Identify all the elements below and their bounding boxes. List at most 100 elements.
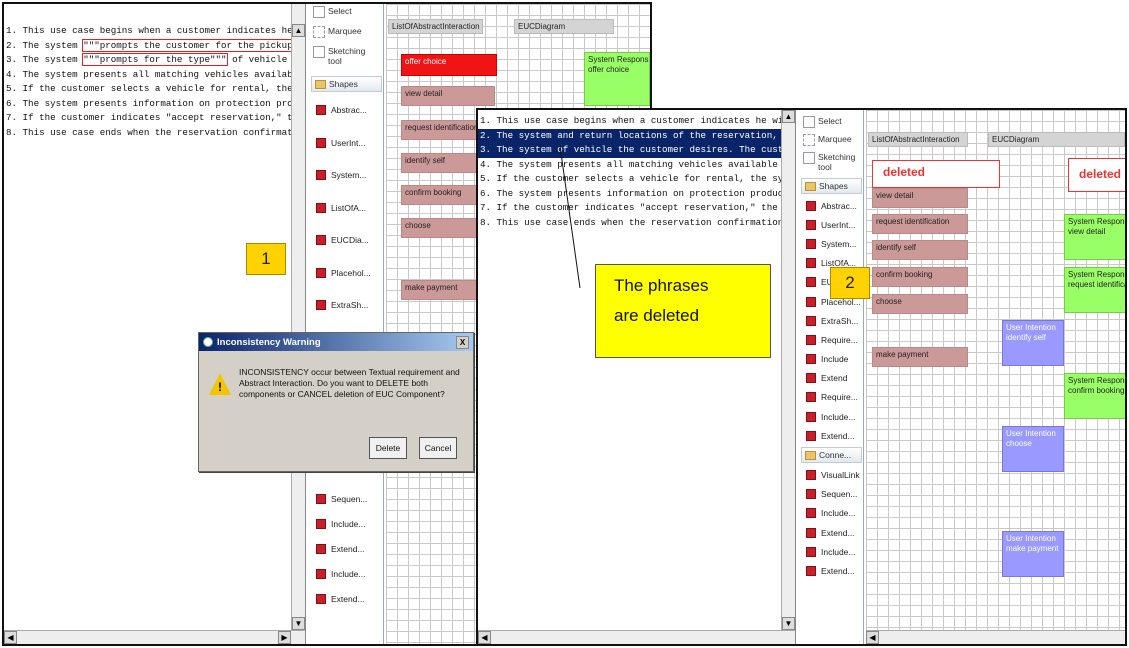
highlighted-phrase[interactable]: """prompts for the type""" — [82, 53, 228, 66]
palette-tool-sketching[interactable]: Sketching tool — [310, 40, 383, 68]
text-line[interactable]: 6. The system presents information on pr… — [478, 187, 795, 202]
vertical-scrollbar[interactable]: ▲ ▼ — [781, 110, 795, 630]
palette-item[interactable]: UserInt... — [800, 215, 863, 234]
palette-item[interactable]: Abstrac... — [800, 196, 863, 215]
interaction-box-view-detail[interactable]: view detail — [401, 86, 495, 106]
horizontal-scrollbar[interactable]: ◀ — [478, 630, 795, 644]
shape-icon — [806, 315, 816, 326]
interaction-box-confirm-booking[interactable]: confirm booking — [872, 267, 968, 287]
palette-item[interactable]: Require... — [800, 330, 863, 349]
text-line[interactable]: 7. If the customer indicates "accept res… — [478, 201, 795, 216]
requirement-text-pane-right[interactable]: 1. This use case begins when a customer … — [478, 110, 796, 644]
palette-item[interactable]: Extend... — [310, 586, 383, 611]
deleted-marker-system: deleted — [1068, 158, 1125, 192]
scroll-up-button[interactable]: ▲ — [782, 110, 795, 123]
interaction-box-choose[interactable]: choose — [872, 294, 968, 314]
palette-item[interactable]: ExtraSh... — [310, 289, 383, 322]
text-line[interactable]: 6. The system presents information on pr… — [4, 97, 305, 112]
user-intention-make-payment[interactable]: User Intention make payment — [1002, 531, 1064, 577]
selected-text-line[interactable]: 3. The system of vehicle the customer de… — [478, 143, 795, 158]
system-responsibility-request-identification[interactable]: System Responsib... request identificat.… — [1064, 267, 1125, 313]
palette-tool-sketching[interactable]: Sketching tool — [800, 148, 863, 174]
palette-item-label: Sequen... — [821, 489, 858, 500]
palette-item[interactable]: Extend... — [800, 523, 863, 542]
interaction-box-offer-choice[interactable]: offer choice — [401, 54, 497, 76]
scroll-left-button[interactable]: ◀ — [866, 631, 879, 644]
palette-item[interactable]: Include... — [800, 542, 863, 561]
text-line[interactable]: 4. The system presents all matching vehi… — [478, 158, 795, 173]
horizontal-scrollbar[interactable]: ◀ ▶ — [4, 630, 305, 644]
palette-item[interactable]: Placehol... — [310, 257, 383, 290]
palette-items: Abstrac...UserInt...System...ListOfA...E… — [800, 196, 863, 445]
text-line[interactable]: 3. The system """prompts for the type"""… — [4, 53, 305, 68]
system-responsibility-view-detail[interactable]: System Responsib... view detail — [1064, 214, 1125, 260]
user-intention-identify-self[interactable]: User Intention identify self — [1002, 320, 1064, 366]
palette-item[interactable]: EUCDia... — [310, 224, 383, 257]
palette-item-label: Require... — [821, 392, 858, 403]
close-button[interactable]: X — [456, 335, 469, 349]
palette-item[interactable]: ListOfA... — [310, 192, 383, 225]
palette-tool-marquee[interactable]: Marquee — [800, 130, 863, 148]
palette-item[interactable]: System... — [310, 159, 383, 192]
scroll-down-button[interactable]: ▼ — [292, 617, 305, 630]
palette-item-label: UserInt... — [821, 219, 856, 230]
scroll-down-button[interactable]: ▼ — [782, 617, 795, 630]
text-line[interactable]: 2. The system """prompts the customer fo… — [4, 38, 305, 54]
cancel-button[interactable]: Cancel — [419, 437, 457, 459]
palette-tool-select[interactable]: Select — [310, 4, 383, 20]
text-line[interactable]: 1. This use case begins when a customer … — [478, 114, 795, 129]
palette-item[interactable]: ExtraSh... — [800, 311, 863, 330]
step-1-marker: 1 — [246, 243, 286, 275]
palette-item[interactable]: Sequen... — [310, 486, 383, 511]
palette-drawer-shapes[interactable]: Shapes — [311, 76, 382, 92]
palette-item[interactable]: Abstrac... — [310, 94, 383, 127]
palette-item[interactable]: Extend... — [800, 426, 863, 445]
scroll-up-button[interactable]: ▲ — [292, 24, 305, 37]
palette-left: Select Marquee Sketching tool Shapes Abs… — [310, 4, 384, 644]
palette-item[interactable]: Require... — [800, 388, 863, 407]
palette-item[interactable]: UserInt... — [310, 127, 383, 160]
palette-tool-marquee[interactable]: Marquee — [310, 20, 383, 40]
horizontal-scrollbar[interactable]: ◀ — [866, 630, 1125, 644]
palette-item[interactable]: Include... — [800, 407, 863, 426]
selected-text-line[interactable]: 2. The system and return locations of th… — [478, 128, 795, 143]
text-line[interactable]: 1. This use case begins when a customer … — [4, 24, 305, 39]
palette-item[interactable]: Include... — [310, 561, 383, 586]
palette-item[interactable]: VisualLink — [800, 465, 863, 484]
palette-item[interactable]: Include — [800, 350, 863, 369]
scroll-left-button[interactable]: ◀ — [478, 631, 491, 644]
text-line[interactable]: 4. The system presents all matching vehi… — [4, 68, 305, 83]
interaction-box-identify-self[interactable]: identify self — [872, 240, 968, 260]
shape-icon — [806, 392, 816, 403]
requirement-text-pane-left[interactable]: 1. This use case begins when a customer … — [4, 4, 306, 644]
palette-item-label: Sequen... — [331, 493, 368, 504]
palette-item[interactable]: Extend... — [310, 536, 383, 561]
palette-tool-select[interactable]: Select — [800, 110, 863, 130]
highlighted-phrase[interactable]: """prompts the customer for the pickup""… — [82, 38, 305, 52]
system-responsibility-confirm-booking[interactable]: System Responsib... confirm booking — [1064, 373, 1125, 419]
diagram-canvas-right[interactable]: ListOfAbstractInteraction EUCDiagram del… — [866, 110, 1125, 644]
system-responsibility-box[interactable]: System Responsib... offer choice — [584, 52, 650, 106]
palette-item[interactable]: Extend... — [800, 561, 863, 580]
user-intention-choose[interactable]: User Intention choose — [1002, 426, 1064, 472]
interaction-box-request-identification[interactable]: request identification — [872, 214, 968, 234]
palette-item[interactable]: Include... — [310, 511, 383, 536]
palette-drawer-shapes[interactable]: Shapes — [801, 178, 862, 194]
scroll-left-button[interactable]: ◀ — [4, 631, 17, 644]
palette-item-label: Extend... — [331, 593, 365, 604]
text-line[interactable]: 8. This use case ends when the reservati… — [478, 216, 795, 231]
text-line[interactable]: 5. If the customer selects a vehicle for… — [4, 82, 305, 97]
text-line[interactable]: 7. If the customer indicates "accept res… — [4, 111, 305, 126]
interaction-box-make-payment[interactable]: make payment — [872, 347, 968, 367]
palette-item[interactable]: Sequen... — [800, 485, 863, 504]
palette-item[interactable]: Include... — [800, 504, 863, 523]
palette-item[interactable]: System... — [800, 234, 863, 253]
text-line[interactable]: 5. If the customer selects a vehicle for… — [478, 172, 795, 187]
palette-item[interactable]: Extend — [800, 369, 863, 388]
vertical-scrollbar[interactable]: ▲ ▼ — [291, 4, 305, 630]
palette-drawer-connections[interactable]: Conne... — [801, 447, 862, 464]
scroll-right-button[interactable]: ▶ — [278, 631, 291, 644]
delete-button[interactable]: Delete — [369, 437, 407, 459]
interaction-box-view-detail[interactable]: view detail — [872, 188, 968, 208]
text-line[interactable]: 8. This use case ends when the reservati… — [4, 126, 305, 141]
